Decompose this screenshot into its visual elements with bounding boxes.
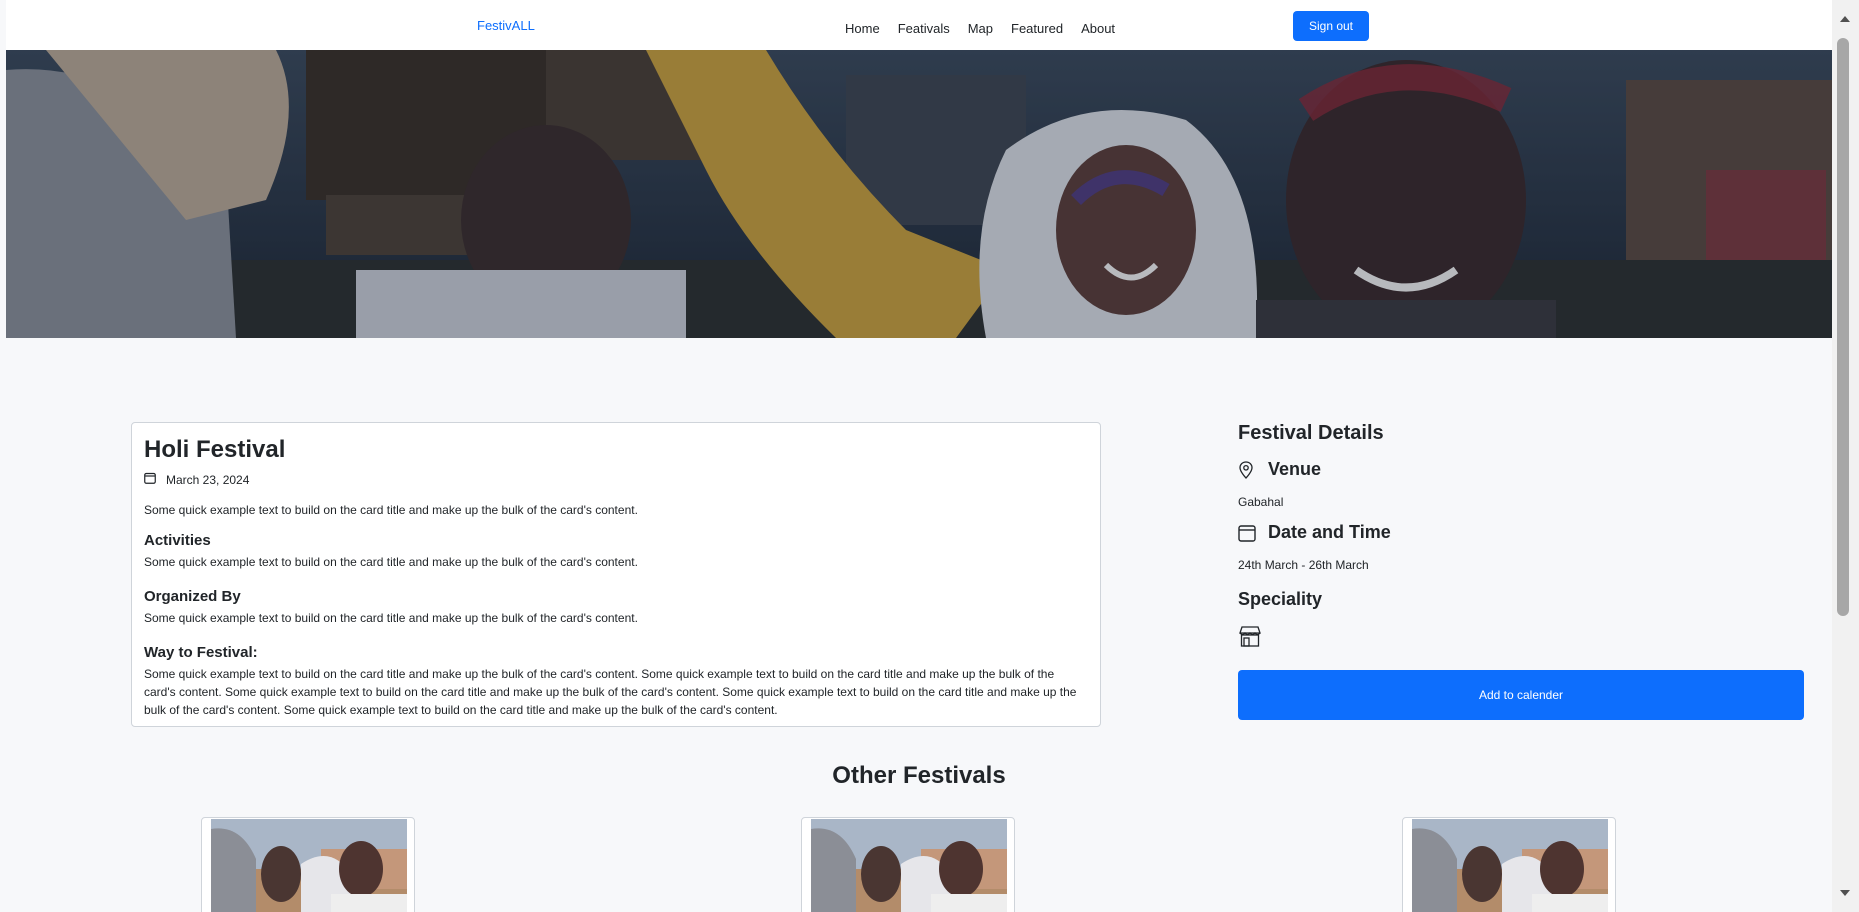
brand-logo[interactable]: FestivALL [477, 18, 535, 33]
calendar-icon [1238, 524, 1256, 542]
scrollbar-thumb[interactable] [1837, 38, 1849, 616]
nav-about[interactable]: About [1072, 20, 1124, 38]
venue-value: Gabahal [1238, 495, 1284, 509]
speciality-label: Speciality [1238, 589, 1323, 609]
way-to-festival-heading: Way to Festival: [144, 644, 258, 661]
nav-festivals[interactable]: Feativals [889, 20, 959, 38]
way-to-festival-text: Some quick example text to build on the … [144, 667, 1077, 717]
details-heading: Festival Details [1238, 422, 1384, 444]
scroll-down-arrow-icon[interactable] [1836, 884, 1854, 902]
date-time-label: Date and Time [1268, 522, 1391, 542]
festival-thumbnail-card[interactable] [1402, 817, 1616, 912]
shop-icon [1238, 624, 1808, 653]
festival-title: Holi Festival [144, 436, 286, 463]
nav-map[interactable]: Map [959, 20, 1002, 38]
page: FestivALL Home Feativals Map Featured Ab… [6, 0, 1832, 912]
festival-intro: Some quick example text to build on the … [144, 503, 638, 517]
nav-featured[interactable]: Featured [1002, 20, 1072, 38]
date-time-row: Date and Time [1238, 522, 1808, 543]
other-festivals-heading: Other Festivals [832, 762, 1006, 789]
festival-details: Festival Details Venue Gabahal Date and … [1238, 420, 1808, 720]
organized-by-text: Some quick example text to build on the … [144, 611, 638, 625]
organized-by-heading: Organized By [144, 588, 241, 605]
activities-heading: Activities [144, 532, 211, 549]
location-pin-icon [1238, 460, 1256, 479]
calendar-icon [144, 472, 156, 487]
festival-date: March 23, 2024 [166, 472, 250, 487]
venue-row: Venue [1238, 459, 1808, 480]
scroll-up-arrow-icon[interactable] [1836, 10, 1854, 28]
venue-label: Venue [1268, 459, 1322, 479]
festival-thumbnail-image [211, 819, 407, 912]
nav-home[interactable]: Home [836, 20, 889, 38]
nav-links: Home Feativals Map Featured About [836, 20, 1124, 38]
hero-banner-image [6, 50, 1832, 338]
date-time-value: 24th March - 26th March [1238, 558, 1369, 572]
festival-thumbnail-card[interactable] [201, 817, 415, 912]
festival-thumbnail-image [1412, 819, 1608, 912]
festival-card: Holi Festival March 23, 2024 Some quick … [131, 422, 1101, 727]
festival-thumbnail-image [811, 819, 1007, 912]
sign-out-button[interactable]: Sign out [1293, 11, 1369, 41]
add-to-calendar-button[interactable]: Add to calender [1238, 670, 1804, 720]
navbar: FestivALL Home Feativals Map Featured Ab… [6, 0, 1832, 51]
festival-date-row: March 23, 2024 [144, 472, 1088, 487]
festival-thumbnail-card[interactable] [801, 817, 1015, 912]
activities-text: Some quick example text to build on the … [144, 555, 638, 569]
